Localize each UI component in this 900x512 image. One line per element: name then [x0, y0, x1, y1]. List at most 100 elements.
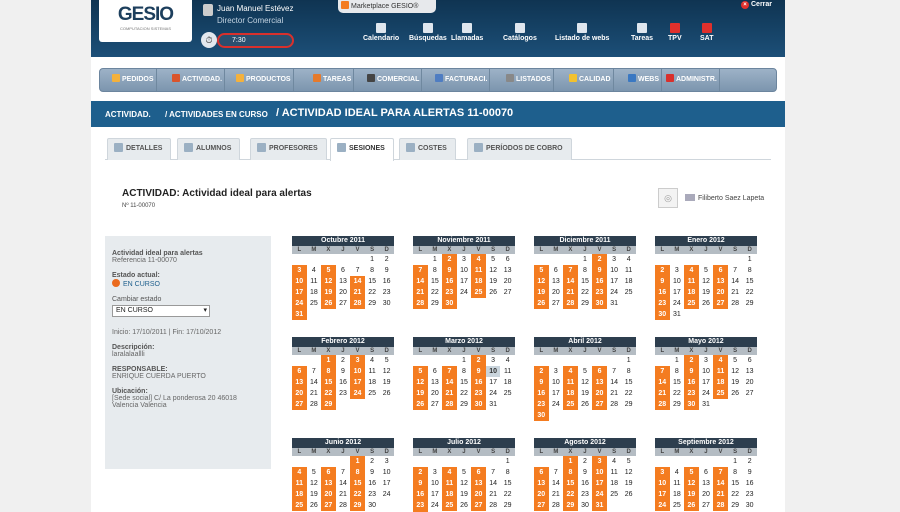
calendar-day[interactable]: 9 — [578, 467, 593, 478]
session-day[interactable]: 18 — [471, 276, 486, 287]
session-day[interactable]: 15 — [563, 478, 578, 489]
session-day[interactable]: 14 — [655, 377, 670, 388]
calendar-day[interactable]: 27 — [336, 298, 351, 309]
calendar-day[interactable]: 3 — [457, 254, 472, 265]
session-day[interactable]: 23 — [534, 399, 549, 410]
session-day[interactable]: 17 — [292, 287, 307, 298]
stopwatch-icon[interactable]: ⏱ — [201, 32, 217, 48]
calendar-day[interactable]: 18 — [365, 377, 380, 388]
session-day[interactable]: 30 — [592, 298, 607, 309]
calendar-day[interactable]: 26 — [728, 388, 743, 399]
calendar-day[interactable]: 18 — [621, 276, 636, 287]
calendar-day[interactable]: 18 — [307, 287, 322, 298]
calendar-day[interactable]: 12 — [578, 377, 593, 388]
calendar-day[interactable]: 20 — [336, 287, 351, 298]
session-day[interactable]: 16 — [471, 377, 486, 388]
calendar-day[interactable]: 15 — [500, 478, 515, 489]
calendar-day[interactable]: 20 — [549, 287, 564, 298]
calendar-day[interactable]: 9 — [365, 467, 380, 478]
calendar-day[interactable]: 27 — [699, 500, 714, 511]
session-day[interactable]: 1 — [321, 355, 336, 366]
calendar-day[interactable]: 31 — [486, 399, 501, 410]
calendar-day[interactable]: 21 — [607, 388, 622, 399]
calendar-day[interactable]: 26 — [699, 298, 714, 309]
calendar-day[interactable]: 8 — [670, 366, 685, 377]
calendar-day[interactable]: 29 — [621, 399, 636, 410]
calendar-day[interactable]: 13 — [699, 478, 714, 489]
calendar-day[interactable]: 7 — [728, 265, 743, 276]
menu-item-administr[interactable]: ADMINISTR. — [664, 69, 720, 91]
calendar-day[interactable]: 22 — [457, 388, 472, 399]
session-day[interactable]: 18 — [563, 388, 578, 399]
session-day[interactable]: 16 — [442, 276, 457, 287]
calendar-day[interactable]: 10 — [607, 265, 622, 276]
session-day[interactable]: 16 — [592, 276, 607, 287]
calendar-day[interactable]: 7 — [350, 265, 365, 276]
session-day[interactable]: 19 — [321, 287, 336, 298]
tab-alumnos[interactable]: ALUMNOS — [177, 138, 241, 160]
calendar-day[interactable]: 8 — [428, 265, 443, 276]
session-day[interactable]: 10 — [592, 467, 607, 478]
session-day[interactable]: 13 — [471, 478, 486, 489]
calendar-day[interactable]: 28 — [549, 500, 564, 511]
session-day[interactable]: 21 — [442, 388, 457, 399]
calendar-day[interactable]: 24 — [428, 500, 443, 511]
session-day[interactable]: 9 — [655, 276, 670, 287]
session-day[interactable]: 1 — [350, 456, 365, 467]
calendar-day[interactable]: 1 — [742, 254, 757, 265]
session-day[interactable]: 8 — [321, 366, 336, 377]
calendar-day[interactable]: 14 — [549, 478, 564, 489]
session-day[interactable]: 26 — [321, 298, 336, 309]
calendar-day[interactable]: 8 — [742, 265, 757, 276]
calendar-day[interactable]: 29 — [428, 298, 443, 309]
calendar-day[interactable]: 19 — [486, 276, 501, 287]
calendar-day[interactable]: 6 — [742, 355, 757, 366]
calendar-day[interactable]: 29 — [728, 500, 743, 511]
calendar-day[interactable]: 6 — [699, 467, 714, 478]
session-day[interactable]: 11 — [713, 366, 728, 377]
session-day[interactable]: 20 — [321, 489, 336, 500]
session-day[interactable]: 26 — [534, 298, 549, 309]
session-day[interactable]: 23 — [413, 500, 428, 511]
calendar-day[interactable]: 18 — [607, 478, 622, 489]
calendar-day[interactable]: 3 — [670, 265, 685, 276]
calendar-day[interactable]: 8 — [365, 265, 380, 276]
session-day[interactable]: 20 — [592, 388, 607, 399]
calendar-day[interactable]: 25 — [621, 287, 636, 298]
menu-item-actividad[interactable]: ACTIVIDAD. — [170, 69, 226, 91]
calendar-day[interactable]: 19 — [578, 388, 593, 399]
calendar-day[interactable]: 11 — [307, 276, 322, 287]
calendar-day[interactable]: 1 — [621, 355, 636, 366]
calendar-day[interactable]: 9 — [742, 467, 757, 478]
calendar-day[interactable]: 31 — [670, 309, 685, 320]
session-day[interactable]: 30 — [655, 309, 670, 320]
calendar-day[interactable]: 26 — [379, 388, 394, 399]
session-day[interactable]: 2 — [442, 254, 457, 265]
calendar-day[interactable]: 13 — [428, 377, 443, 388]
calendar-day[interactable]: 26 — [578, 399, 593, 410]
session-day[interactable]: 15 — [350, 478, 365, 489]
calendar-day[interactable]: 3 — [699, 355, 714, 366]
calendar-day[interactable]: 17 — [699, 377, 714, 388]
session-day[interactable]: 23 — [684, 388, 699, 399]
calendar-day[interactable]: 25 — [365, 388, 380, 399]
session-day[interactable]: 8 — [350, 467, 365, 478]
calendar-day[interactable]: 5 — [486, 254, 501, 265]
calendar-day[interactable]: 12 — [699, 276, 714, 287]
calendar-day[interactable]: 17 — [486, 377, 501, 388]
calendar-day[interactable]: 5 — [379, 355, 394, 366]
session-day[interactable]: 18 — [684, 287, 699, 298]
session-day[interactable]: 9 — [442, 265, 457, 276]
session-day[interactable]: 14 — [350, 276, 365, 287]
session-day[interactable]: 14 — [442, 377, 457, 388]
session-day[interactable]: 3 — [350, 355, 365, 366]
calendar-day[interactable]: 17 — [379, 478, 394, 489]
calendar-day[interactable]: 7 — [307, 366, 322, 377]
close-session-button[interactable]: × Cerrar — [741, 1, 772, 9]
session-day[interactable]: 24 — [350, 388, 365, 399]
session-day[interactable]: 28 — [350, 298, 365, 309]
session-day[interactable]: 21 — [350, 287, 365, 298]
session-day[interactable]: 4 — [563, 366, 578, 377]
calendar-day[interactable]: 1 — [578, 254, 593, 265]
tab-profesores[interactable]: PROFESORES — [250, 138, 327, 160]
